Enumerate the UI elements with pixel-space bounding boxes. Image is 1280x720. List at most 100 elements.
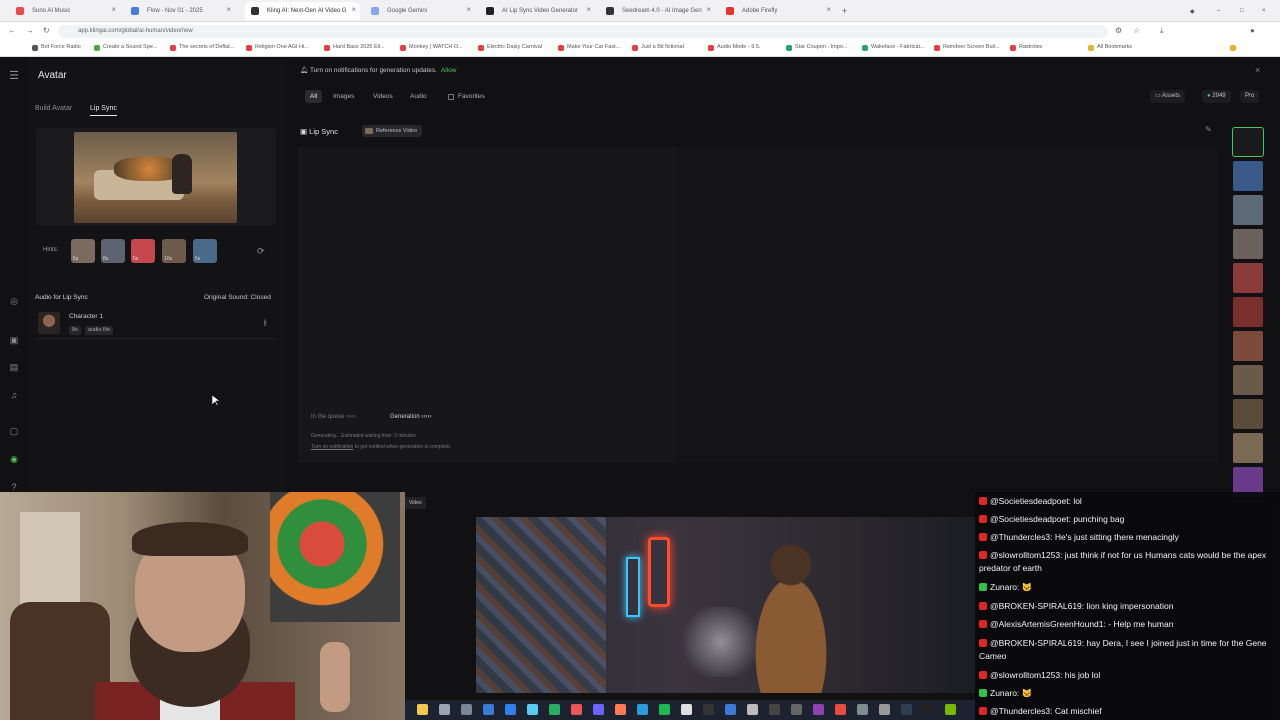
history-thumb[interactable] — [1233, 331, 1263, 361]
history-thumb[interactable] — [1233, 399, 1263, 429]
bookmark-item[interactable]: Rastrotec — [1010, 44, 1043, 51]
reference-video-button[interactable]: Reference Video — [362, 125, 422, 137]
browser-tab[interactable]: Flow - Nov 01 - 2025 × — [125, 2, 235, 20]
history-thumb[interactable] — [1233, 161, 1263, 191]
bookmark-item[interactable]: Reindeer Screen Buil... — [934, 44, 1000, 51]
app-icon[interactable] — [879, 704, 890, 715]
notification-link[interactable]: Turn on notification — [311, 444, 353, 450]
tab-lip-sync[interactable]: Lip Sync — [90, 105, 117, 116]
bookmark-item[interactable]: Create a Sound Spe... — [94, 44, 157, 51]
bookmark-item[interactable]: Religion One AGI Hi... — [246, 44, 309, 51]
allow-notifications-link[interactable]: Allow — [441, 67, 457, 74]
audio-icon[interactable]: ♫ — [8, 389, 20, 401]
bookmark-item[interactable]: Star Coupon - Impo... — [786, 44, 848, 51]
window-close-icon[interactable]: × — [1260, 2, 1274, 20]
close-tab-icon[interactable]: × — [466, 5, 471, 14]
avatar-icon[interactable]: ◉ — [8, 453, 20, 465]
avatar-image-card[interactable] — [36, 128, 276, 226]
browser-tab[interactable]: Suno AI Music × — [10, 2, 120, 20]
browser-tab[interactable]: AI Lip Sync Video Generator × — [480, 2, 595, 20]
bookmark-item[interactable]: Bot Force Radio — [32, 44, 81, 51]
history-thumb[interactable] — [1233, 229, 1263, 259]
filter-videos[interactable]: Videos — [368, 90, 398, 103]
app-icon[interactable] — [637, 704, 648, 715]
app-icon[interactable] — [659, 704, 670, 715]
bookmark-item[interactable]: The secrets of Deflat... — [170, 44, 234, 51]
bookmark-star-icon[interactable]: ☆ — [1133, 26, 1140, 35]
hint-thumbnail[interactable]: 10s — [162, 239, 186, 263]
hint-thumbnail[interactable]: 5s — [71, 239, 95, 263]
filter-favorites[interactable]: Favorites — [448, 90, 490, 103]
audio-character-row[interactable]: Character 1 8s audio file ⫲ — [36, 309, 276, 339]
app-icon[interactable] — [857, 704, 868, 715]
image-icon[interactable]: ▣ — [8, 334, 20, 346]
bookmark-item[interactable]: Monkey | WATCH O... — [400, 44, 463, 51]
video-icon[interactable]: ▤ — [8, 361, 20, 373]
bookmark-item[interactable]: Wakeface - Fabricat... — [862, 44, 925, 51]
maximize-icon[interactable]: □ — [1238, 2, 1252, 20]
menu-icon[interactable]: ☰ — [8, 70, 20, 82]
app-icon[interactable] — [461, 704, 472, 715]
assets-button[interactable]: ▭ Assets — [1150, 90, 1186, 103]
close-tab-icon[interactable]: × — [351, 5, 356, 14]
discord-icon[interactable] — [593, 704, 604, 715]
history-thumb[interactable] — [1233, 263, 1263, 293]
bookmark-item[interactable]: Make Your Car Fast... — [558, 44, 620, 51]
close-icon[interactable]: × — [1255, 65, 1260, 75]
original-sound-toggle[interactable]: Original Sound: Closed — [204, 294, 271, 301]
folder-icon[interactable] — [417, 704, 428, 715]
history-thumb[interactable] — [1233, 433, 1263, 463]
app-icon[interactable] — [703, 704, 714, 715]
bookmark-item[interactable]: All Bookmarks — [1088, 44, 1132, 51]
bookmark-item[interactable]: Hard Bass 2025 Eli... — [324, 44, 385, 51]
bookmark-item[interactable]: Electric Daisy Carnival — [478, 44, 542, 51]
history-thumb[interactable] — [1233, 365, 1263, 395]
filter-all[interactable]: All — [305, 90, 323, 103]
history-thumb[interactable] — [1233, 297, 1263, 327]
hint-thumbnail[interactable]: 5s — [193, 239, 217, 263]
reference-video-preview[interactable] — [476, 517, 976, 693]
app-icon[interactable] — [835, 704, 846, 715]
app-icon[interactable] — [527, 704, 538, 715]
app-icon[interactable] — [791, 704, 802, 715]
pro-button[interactable]: Pro — [1240, 90, 1260, 103]
history-thumb-selected[interactable] — [1232, 127, 1264, 157]
app-icon[interactable] — [725, 704, 736, 715]
app-icon[interactable] — [769, 704, 780, 715]
refresh-icon[interactable]: ⟳ — [257, 246, 265, 257]
app-icon[interactable] — [747, 704, 758, 715]
browser-tab[interactable]: Adobe Firefly × — [720, 2, 835, 20]
app-icon[interactable] — [505, 704, 516, 715]
browser-tab-active[interactable]: Kling AI: Next-Gen AI Video G × — [245, 2, 360, 20]
app-icon[interactable] — [439, 704, 450, 715]
edit-icon[interactable]: ✎ — [1205, 125, 1212, 134]
avatar[interactable]: ● — [1250, 26, 1255, 35]
new-tab-icon[interactable]: + — [838, 2, 854, 20]
close-tab-icon[interactable]: × — [586, 5, 591, 14]
hint-thumbnail[interactable]: 8s — [101, 239, 125, 263]
explore-icon[interactable]: ◎ — [8, 295, 20, 307]
app-icon[interactable] — [923, 704, 934, 715]
reload-icon[interactable]: ↻ — [43, 26, 50, 35]
history-thumb[interactable] — [1233, 195, 1263, 225]
close-tab-icon[interactable]: × — [706, 5, 711, 14]
hint-thumbnail[interactable]: 5s — [131, 239, 155, 263]
app-icon[interactable] — [571, 704, 582, 715]
close-tab-icon[interactable]: × — [826, 5, 831, 14]
close-tab-icon[interactable]: × — [111, 5, 116, 14]
app-icon[interactable] — [615, 704, 626, 715]
url-field[interactable]: app.klingai.com/global/ai-human/video/ne… — [58, 25, 1108, 38]
browser-tab[interactable]: Google Gemini × — [365, 2, 475, 20]
app-icon[interactable] — [813, 704, 824, 715]
app-icon[interactable] — [549, 704, 560, 715]
tab-build-avatar[interactable]: Build Avatar — [35, 105, 72, 112]
chrome-icon[interactable] — [681, 704, 692, 715]
nvidia-icon[interactable] — [945, 704, 956, 715]
filter-images[interactable]: Images — [328, 90, 359, 103]
credits-badge[interactable]: ● 2949 — [1202, 90, 1231, 103]
bookmark-item[interactable]: Just a Bit fictional — [632, 44, 684, 51]
forward-icon[interactable]: → — [26, 26, 34, 35]
browser-tab[interactable]: Seedream 4.0 - AI Image Gen × — [600, 2, 715, 20]
filter-audio[interactable]: Audio — [405, 90, 432, 103]
adjust-icon[interactable]: ⫲ — [264, 318, 267, 328]
